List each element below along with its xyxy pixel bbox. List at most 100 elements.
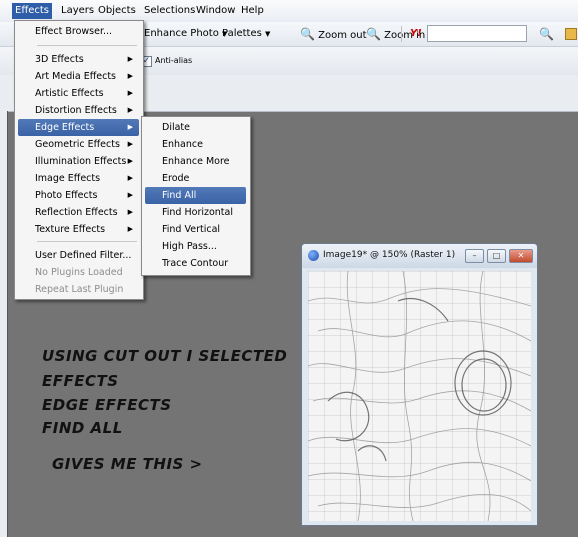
palettes-button[interactable]: Palettes ▼ <box>222 26 270 42</box>
menu-item-label: Trace Contour <box>162 258 229 269</box>
effects-menu-item-distortion-effects[interactable]: Distortion Effects ▶ <box>18 102 139 119</box>
anti-alias-label: Anti-alias <box>155 56 193 65</box>
menu-item-label: Effect Browser... <box>35 26 113 37</box>
submenu-arrow-icon: ▶ <box>127 225 133 233</box>
menu-bar: Effects Layers Objects Selections Window… <box>0 0 578 22</box>
menu-separator <box>37 241 137 242</box>
menu-item-label: High Pass... <box>162 241 217 252</box>
zoom-out-label: Zoom out <box>318 30 367 41</box>
menu-objects[interactable]: Objects <box>95 3 139 19</box>
effects-menu-item-illumination-effects[interactable]: Illumination Effects ▶ <box>18 153 139 170</box>
image-window-title: Image19* @ 150% (Raster 1) <box>323 250 456 260</box>
menu-separator <box>37 45 137 46</box>
menu-item-label: Geometric Effects <box>35 139 120 150</box>
effects-menu-item-image-effects[interactable]: Image Effects ▶ <box>18 170 139 187</box>
image-window[interactable]: Image19* @ 150% (Raster 1) – □ ✕ <box>301 243 538 526</box>
submenu-arrow-icon: ▶ <box>127 157 133 165</box>
menu-item-label: Edge Effects <box>35 122 95 133</box>
edge-texture <box>308 271 531 521</box>
zoom-out-button[interactable]: 🔍 Zoom out <box>300 26 367 42</box>
zoom-in-icon: 🔍 <box>366 27 381 41</box>
toolbar-separator <box>401 26 402 42</box>
search-input[interactable] <box>427 25 527 42</box>
menu-item-label: Photo Effects <box>35 190 98 201</box>
menu-item-label: Artistic Effects <box>35 88 104 99</box>
menu-item-label: Find Vertical <box>162 224 221 235</box>
edge-effects-submenu: Dilate Enhance Enhance More Erode Find All Fi… <box>141 116 251 276</box>
note-line-1: USING CUT OUT I SELECTED <box>42 347 288 365</box>
menu-item-label: Find All <box>162 190 197 201</box>
submenu-arrow-icon: ▶ <box>127 140 133 148</box>
effects-menu-item-effect-browser[interactable]: Effect Browser... <box>18 23 139 40</box>
effects-menu-item-repeat-last-plugin: Repeat Last Plugin <box>18 281 139 298</box>
effects-menu-item-photo-effects[interactable]: Photo Effects ▶ <box>18 187 139 204</box>
dropdown-arrow-icon: ▼ <box>265 30 271 38</box>
menu-item-label: Enhance More <box>162 156 230 167</box>
menu-effects[interactable]: Effects <box>12 3 52 19</box>
yahoo-icon[interactable]: Y! <box>410 26 422 42</box>
edge-menu-item-erode[interactable]: Erode <box>145 170 246 187</box>
mail-icon[interactable] <box>565 28 577 40</box>
edge-menu-item-find-horizontal[interactable]: Find Horizontal <box>145 204 246 221</box>
document-icon <box>308 250 319 261</box>
left-frame <box>0 111 7 537</box>
note-line-3: EDGE EFFECTS <box>42 396 172 414</box>
edge-menu-item-enhance-more[interactable]: Enhance More <box>145 153 246 170</box>
edge-menu-item-find-vertical[interactable]: Find Vertical <box>145 221 246 238</box>
search-icon[interactable]: 🔍 <box>539 26 554 42</box>
submenu-arrow-icon: ▶ <box>127 174 133 182</box>
submenu-arrow-icon: ▶ <box>127 106 133 114</box>
menu-item-label: Dilate <box>162 122 190 133</box>
menu-item-label: Erode <box>162 173 190 184</box>
effects-menu-item-reflection-effects[interactable]: Reflection Effects ▶ <box>18 204 139 221</box>
palettes-label: Palettes <box>222 28 262 39</box>
menu-item-label: User Defined Filter... <box>35 250 132 261</box>
submenu-arrow-icon: ▶ <box>127 208 133 216</box>
submenu-arrow-icon: ▶ <box>127 123 133 131</box>
menu-item-label: Art Media Effects <box>35 71 116 82</box>
edge-menu-item-find-all[interactable]: Find All <box>145 187 246 204</box>
effects-menu-item-texture-effects[interactable]: Texture Effects ▶ <box>18 221 139 238</box>
effects-menu-item-no-plugins-loaded: No Plugins Loaded <box>18 264 139 281</box>
effects-menu-item-art-media-effects[interactable]: Art Media Effects ▶ <box>18 68 139 85</box>
menu-item-label: Distortion Effects <box>35 105 117 116</box>
minimize-icon[interactable]: – <box>465 249 484 263</box>
menu-item-label: Repeat Last Plugin <box>35 284 124 295</box>
menu-layers[interactable]: Layers <box>58 3 97 19</box>
menu-help[interactable]: Help <box>238 3 267 19</box>
maximize-icon[interactable]: □ <box>487 249 506 263</box>
effects-menu-item-edge-effects[interactable]: Edge Effects ▶ <box>18 119 139 136</box>
submenu-arrow-icon: ▶ <box>127 89 133 97</box>
enhance-photo-label: Enhance Photo <box>144 28 219 39</box>
edge-menu-item-enhance[interactable]: Enhance <box>145 136 246 153</box>
menu-item-label: Find Horizontal <box>162 207 233 218</box>
image-canvas[interactable] <box>308 271 531 521</box>
menu-selections[interactable]: Selections <box>141 3 198 19</box>
note-line-4: FIND ALL <box>42 419 123 437</box>
menu-item-label: Texture Effects <box>35 224 106 235</box>
menu-item-label: Image Effects <box>35 173 101 184</box>
effects-menu-item-user-defined-filter[interactable]: User Defined Filter... <box>18 247 139 264</box>
enhance-photo-button[interactable]: Enhance Photo ▼ <box>144 26 227 42</box>
menu-item-label: Reflection Effects <box>35 207 118 218</box>
menu-item-label: No Plugins Loaded <box>35 267 123 278</box>
image-window-titlebar[interactable]: Image19* @ 150% (Raster 1) – □ ✕ <box>302 244 537 268</box>
menu-item-label: Enhance <box>162 139 203 150</box>
menu-item-label: 3D Effects <box>35 54 84 65</box>
left-frame-edge <box>7 111 8 537</box>
edge-menu-item-high-pass[interactable]: High Pass... <box>145 238 246 255</box>
effects-menu-item-geometric-effects[interactable]: Geometric Effects ▶ <box>18 136 139 153</box>
effects-dropdown-menu: Effect Browser... 3D Effects ▶ Art Media Ef… <box>14 20 144 300</box>
effects-menu-item-artistic-effects[interactable]: Artistic Effects ▶ <box>18 85 139 102</box>
edge-menu-item-dilate[interactable]: Dilate <box>145 119 246 136</box>
menu-item-label: Illumination Effects <box>35 156 127 167</box>
note-line-5: GIVES ME THIS > <box>52 455 203 473</box>
edge-menu-item-trace-contour[interactable]: Trace Contour <box>145 255 246 272</box>
zoom-out-icon: 🔍 <box>300 27 315 41</box>
menu-window[interactable]: Window <box>193 3 238 19</box>
submenu-arrow-icon: ▶ <box>127 55 133 63</box>
effects-menu-item-3d-effects[interactable]: 3D Effects ▶ <box>18 51 139 68</box>
submenu-arrow-icon: ▶ <box>127 191 133 199</box>
note-line-2: EFFECTS <box>42 372 119 390</box>
close-icon[interactable]: ✕ <box>509 249 533 263</box>
